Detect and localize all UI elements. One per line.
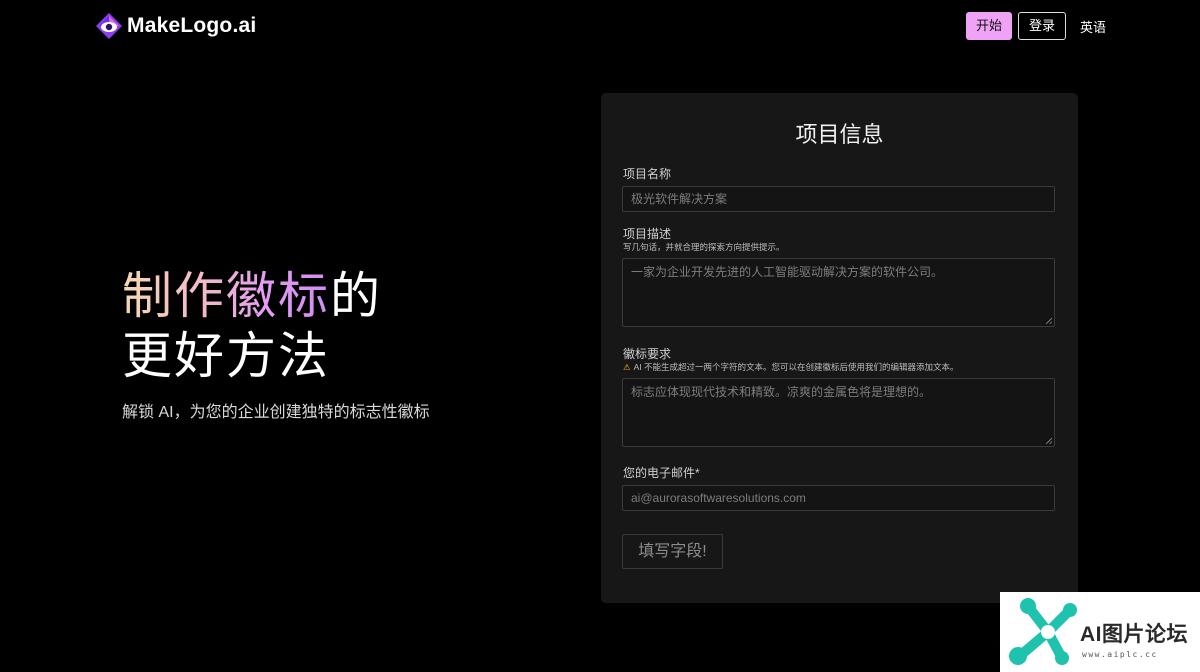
project-name-placeholder: 极光软件解决方案	[631, 192, 728, 206]
project-info-form: 项目信息 项目名称 极光软件解决方案 项目描述 写几句话，并就合理的探索方向提供…	[601, 93, 1078, 603]
top-nav: 开始 登录 英语	[965, 12, 1110, 40]
resize-handle-icon[interactable]	[1046, 438, 1052, 444]
hero-heading-highlight: 制作徽标	[122, 268, 330, 324]
login-button[interactable]: 登录	[1017, 12, 1066, 40]
project-description-hint: 写几句话，并就合理的探索方向提供提示。	[623, 242, 785, 252]
form-title: 项目信息	[795, 122, 884, 147]
project-description-label: 项目描述	[623, 227, 672, 241]
email-input[interactable]: ai@aurorasoftwaresolutions.com	[622, 485, 1055, 511]
submit-button[interactable]: 填写字段!	[622, 534, 723, 569]
resize-handle-icon[interactable]	[1046, 318, 1052, 324]
eye-diamond-logo-icon	[96, 13, 122, 39]
brand-logo[interactable]: MakeLogo.ai	[95, 12, 256, 40]
watermark-title: AI图片论坛	[1080, 623, 1188, 646]
hero-subtitle: 解锁 AI，为您的企业创建独特的标志性徽标	[122, 404, 430, 421]
logo-requirements-placeholder: 标志应体现现代技术和精致。凉爽的金属色将是理想的。	[631, 385, 932, 399]
email-placeholder: ai@aurorasoftwaresolutions.com	[631, 491, 806, 505]
hero-heading-line2: 更好方法	[122, 328, 330, 384]
start-button[interactable]: 开始	[965, 12, 1012, 40]
project-name-label: 项目名称	[623, 167, 672, 181]
project-description-placeholder: 一家为企业开发先进的人工智能驱动解决方案的软件公司。	[631, 265, 944, 279]
hero-heading: 制作徽标的 更好方法	[122, 266, 382, 386]
language-switch[interactable]: 英语	[1076, 17, 1110, 36]
hero-heading-suffix: 的	[330, 268, 382, 324]
logo-text: MakeLogo.ai	[127, 14, 257, 37]
watermark: AI图片论坛 www.aiplc.cc	[1000, 592, 1200, 672]
project-name-input[interactable]: 极光软件解决方案	[622, 186, 1055, 212]
email-label: 您的电子邮件*	[623, 466, 700, 480]
watermark-url: www.aiplc.cc	[1082, 650, 1158, 659]
logo-requirements-hint-text: AI 不能生成超过一两个字符的文本。您可以在创建徽标后使用我们的编辑器添加文本。	[633, 362, 959, 372]
logo-requirements-textarea[interactable]: 标志应体现现代技术和精致。凉爽的金属色将是理想的。	[622, 378, 1055, 447]
molecule-logo-icon	[1009, 598, 1077, 665]
logo-requirements-label: 徽标要求	[623, 347, 672, 361]
top-bar: MakeLogo.ai 开始 登录 英语	[0, 0, 1200, 52]
warning-triangle-icon: ⚠	[623, 362, 631, 372]
project-description-textarea[interactable]: 一家为企业开发先进的人工智能驱动解决方案的软件公司。	[622, 258, 1055, 327]
logo-requirements-hint: ⚠ AI 不能生成超过一两个字符的文本。您可以在创建徽标后使用我们的编辑器添加文本…	[623, 361, 959, 373]
